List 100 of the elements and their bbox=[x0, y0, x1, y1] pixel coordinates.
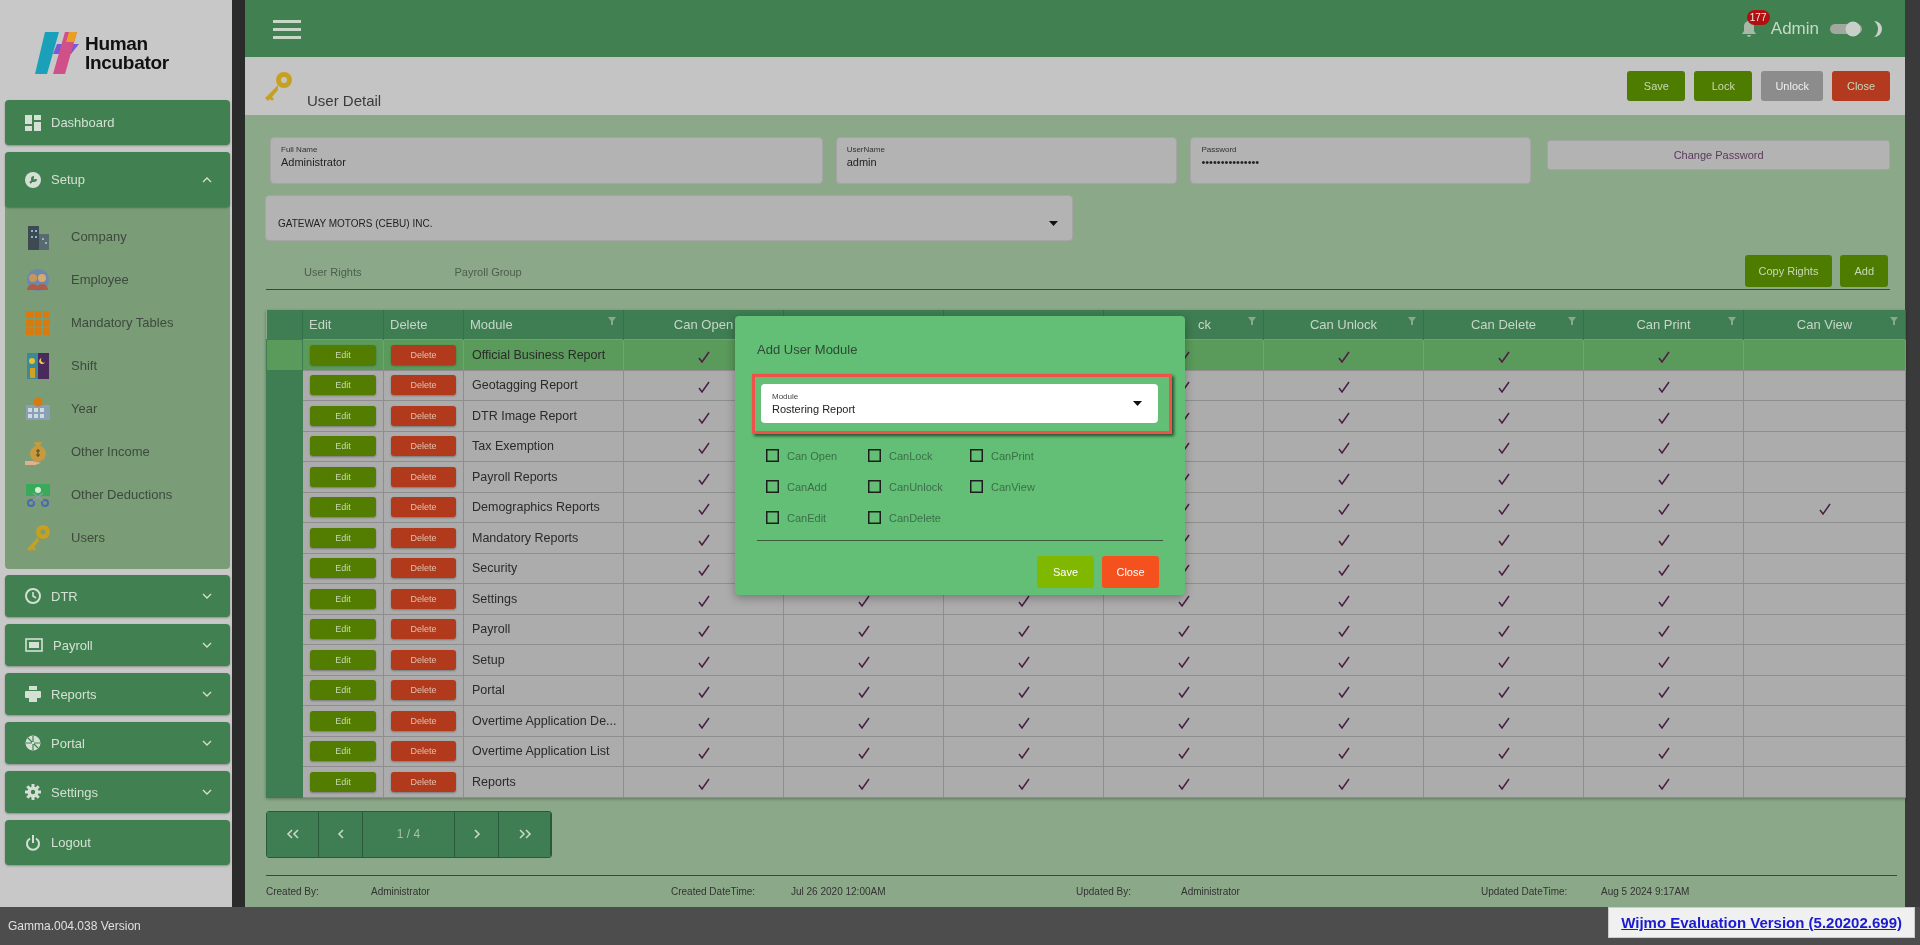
tab[interactable]: User Rights bbox=[304, 266, 362, 278]
page-indicator[interactable]: 1 / 4 bbox=[363, 811, 455, 857]
table-cell: Overtime Application De... bbox=[463, 705, 624, 736]
grid-button[interactable]: Add bbox=[1840, 255, 1888, 287]
edit-button[interactable]: Edit bbox=[310, 771, 376, 792]
text-field[interactable]: Full Name Administrator bbox=[270, 137, 823, 184]
edit-button[interactable]: Edit bbox=[310, 588, 376, 609]
edit-button[interactable]: Edit bbox=[310, 527, 376, 548]
submenu-item[interactable]: Mandatory Tables bbox=[5, 301, 230, 344]
module-dropdown[interactable]: Module Rostering Report bbox=[752, 374, 1172, 434]
save-button[interactable]: Save bbox=[1037, 556, 1094, 588]
delete-button[interactable]: Delete bbox=[391, 344, 456, 365]
delete-button[interactable]: Delete bbox=[391, 375, 456, 396]
edit-button[interactable]: Edit bbox=[310, 375, 376, 396]
toolbar-button[interactable]: Save bbox=[1627, 71, 1686, 101]
edit-button[interactable]: Edit bbox=[310, 344, 376, 365]
edit-button[interactable]: Edit bbox=[310, 466, 376, 487]
grid-button[interactable]: Copy Rights bbox=[1744, 255, 1833, 287]
table-cell: Official Business Report bbox=[463, 339, 624, 370]
wrench-icon bbox=[25, 171, 41, 188]
submenu-item[interactable]: Employee bbox=[5, 258, 230, 301]
table-row[interactable]: Edit Delete Payroll bbox=[266, 614, 1906, 645]
table-row[interactable]: Edit Delete Reports bbox=[266, 766, 1906, 797]
submenu-item[interactable]: Users bbox=[5, 516, 230, 559]
delete-button[interactable]: Delete bbox=[391, 741, 456, 762]
page-title: User Detail bbox=[306, 92, 383, 111]
sidebar-item[interactable]: DTR bbox=[5, 575, 230, 617]
version-label: Gamma.004.038 Version bbox=[8, 919, 142, 933]
tab[interactable]: Payroll Group bbox=[454, 266, 522, 278]
sidebar-item[interactable]: Dashboard bbox=[5, 100, 230, 145]
edit-button[interactable]: Edit bbox=[310, 497, 376, 518]
submenu-item[interactable]: Company bbox=[5, 215, 230, 258]
field-value: Administrator bbox=[281, 156, 347, 168]
delete-button[interactable]: Delete bbox=[391, 771, 456, 792]
chevron-down-icon bbox=[202, 789, 212, 795]
chevron-up-icon bbox=[202, 176, 212, 183]
delete-button[interactable]: Delete bbox=[391, 588, 456, 609]
delete-button[interactable]: Delete bbox=[391, 497, 456, 518]
close-button[interactable]: Close bbox=[1102, 556, 1159, 588]
table-row[interactable]: Edit Delete Overtime Application De... bbox=[266, 705, 1906, 736]
calendar-icon bbox=[23, 396, 53, 421]
clock-icon bbox=[25, 588, 41, 604]
scrollbar[interactable] bbox=[232, 0, 245, 907]
edit-button[interactable]: Edit bbox=[310, 619, 376, 640]
chevron-down-icon bbox=[202, 691, 212, 697]
delete-button[interactable]: Delete bbox=[391, 619, 456, 640]
delete-button[interactable]: Delete bbox=[391, 649, 456, 670]
last-page-button[interactable] bbox=[499, 811, 551, 857]
edit-button[interactable]: Edit bbox=[310, 710, 376, 731]
sidebar-item[interactable]: Settings bbox=[5, 771, 230, 813]
submenu-item[interactable]: Other Deductions bbox=[5, 473, 230, 516]
table-cell: Reports bbox=[463, 766, 624, 797]
footer-label: Updated DateTime: bbox=[1481, 885, 1569, 897]
edit-button[interactable]: Edit bbox=[310, 558, 376, 579]
toolbar-button[interactable]: Lock bbox=[1694, 71, 1753, 101]
change-password-button[interactable]: Change Password bbox=[1547, 140, 1890, 170]
column-header: Delete bbox=[390, 317, 428, 332]
chevron-down-icon bbox=[202, 642, 212, 648]
next-page-button[interactable] bbox=[455, 811, 499, 857]
text-field[interactable]: UserName admin bbox=[835, 137, 1178, 184]
scrollbar[interactable] bbox=[1905, 0, 1920, 907]
sidebar-item[interactable]: Setup bbox=[5, 152, 230, 207]
sidebar-item[interactable]: Reports bbox=[5, 673, 230, 715]
edit-button[interactable]: Edit bbox=[310, 436, 376, 457]
close-button[interactable]: Close bbox=[1832, 71, 1890, 101]
table-cell: Geotagging Report bbox=[463, 370, 624, 401]
footer-value: Administrator bbox=[371, 885, 430, 897]
delete-button[interactable]: Delete bbox=[391, 466, 456, 487]
footer-value: Aug 5 2024 9:17AM bbox=[1601, 885, 1690, 897]
table-row[interactable]: Edit Delete Setup bbox=[266, 644, 1906, 675]
footer-label: Updated By: bbox=[1076, 885, 1133, 897]
text-field[interactable]: Password ••••••••••••••• bbox=[1190, 137, 1532, 184]
previous-page-button[interactable] bbox=[319, 811, 363, 857]
first-page-button[interactable] bbox=[267, 811, 319, 857]
edit-button[interactable]: Edit bbox=[310, 649, 376, 670]
filter-icon bbox=[1728, 317, 1736, 325]
delete-button[interactable]: Delete bbox=[391, 527, 456, 548]
table-row[interactable]: Edit Delete Overtime Application List bbox=[266, 736, 1906, 767]
delete-button[interactable]: Delete bbox=[391, 710, 456, 731]
edit-button[interactable]: Edit bbox=[310, 680, 376, 701]
delete-button[interactable]: Delete bbox=[391, 405, 456, 426]
field-label: Password bbox=[1201, 145, 1238, 154]
dashboard-icon bbox=[25, 114, 41, 131]
evaluation-notice-link[interactable]: Wijmo Evaluation Version (5.20202.699) bbox=[1608, 907, 1915, 938]
cash-scissors-icon bbox=[23, 481, 53, 508]
table-row[interactable]: Edit Delete Portal bbox=[266, 675, 1906, 706]
sidebar-item[interactable]: Logout bbox=[5, 820, 230, 865]
submenu-item[interactable]: Shift bbox=[5, 344, 230, 387]
delete-button[interactable]: Delete bbox=[391, 436, 456, 457]
edit-button[interactable]: Edit bbox=[310, 405, 376, 426]
sidebar-item[interactable]: Portal bbox=[5, 722, 230, 764]
delete-button[interactable]: Delete bbox=[391, 558, 456, 579]
table-cell: Mandatory Reports bbox=[463, 522, 624, 553]
company-dropdown[interactable]: GATEWAY MOTORS (CEBU) INC. bbox=[265, 195, 1073, 241]
submenu-item[interactable]: Year bbox=[5, 387, 230, 430]
submenu-item[interactable]: Other Income bbox=[5, 430, 230, 473]
sidebar-item[interactable]: Payroll bbox=[5, 624, 230, 666]
user-name: Admin bbox=[1770, 18, 1819, 39]
delete-button[interactable]: Delete bbox=[391, 680, 456, 701]
edit-button[interactable]: Edit bbox=[310, 741, 376, 762]
